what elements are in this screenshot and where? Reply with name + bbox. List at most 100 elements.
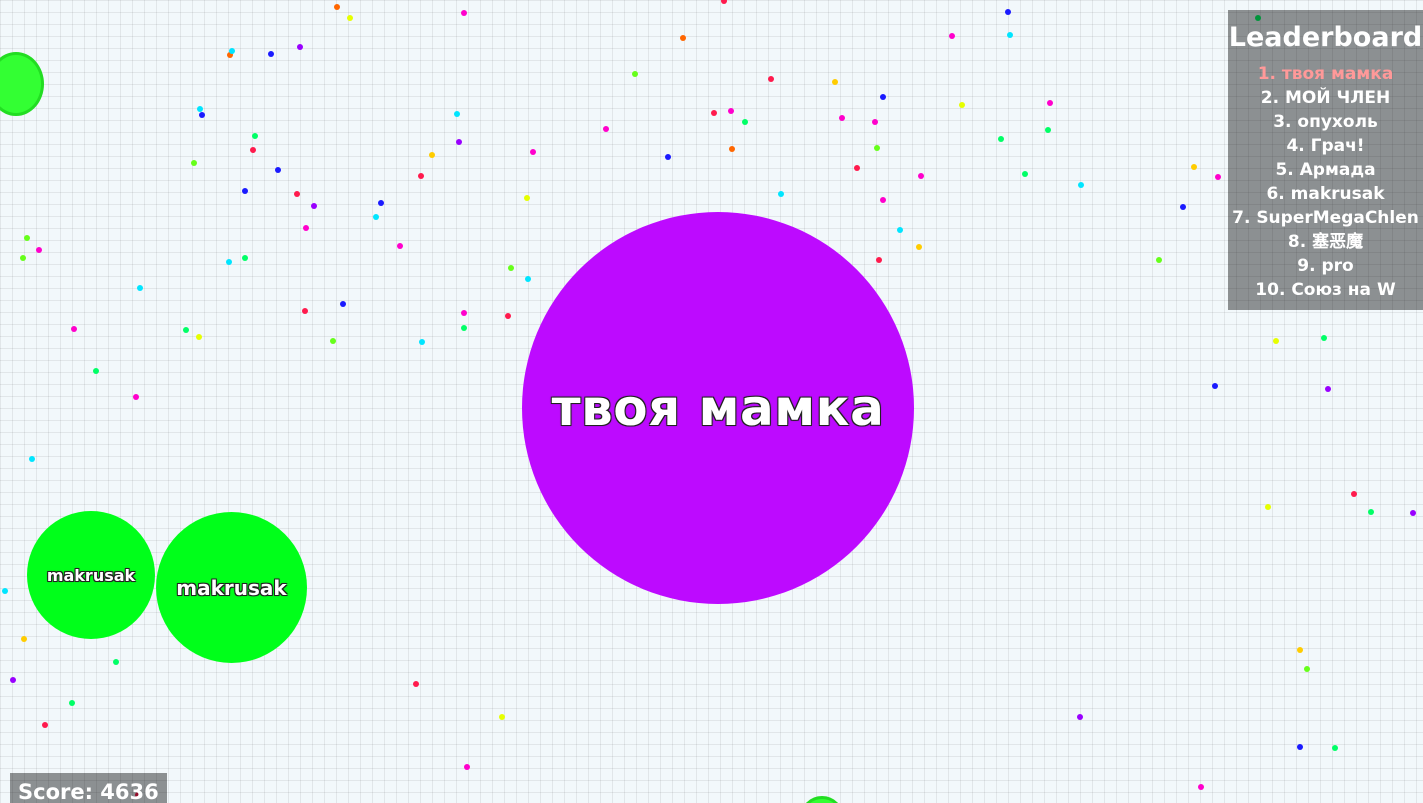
leaderboard-title: Leaderboard <box>1228 22 1423 53</box>
player-cell-name: твоя мамка <box>551 379 885 437</box>
food-pellet <box>959 102 965 108</box>
food-pellet <box>268 51 274 57</box>
food-pellet <box>880 197 886 203</box>
food-pellet <box>294 191 300 197</box>
food-pellet <box>1304 666 1310 672</box>
food-pellet <box>680 35 686 41</box>
food-pellet <box>832 79 838 85</box>
game-canvas[interactable]: твоя мамка makrusak makrusak Leaderboard… <box>0 0 1423 803</box>
leaderboard-entry: 3. опухоль <box>1273 112 1378 132</box>
food-pellet <box>1077 714 1083 720</box>
food-pellet <box>199 112 205 118</box>
food-pellet <box>113 659 119 665</box>
food-pellet <box>524 195 530 201</box>
food-pellet <box>721 0 727 4</box>
food-pellet <box>880 94 886 100</box>
food-pellet <box>418 173 424 179</box>
leaderboard-entry: 6. makrusak <box>1266 184 1385 204</box>
food-pellet <box>872 119 878 125</box>
food-pellet <box>1351 491 1357 497</box>
food-pellet <box>742 119 748 125</box>
food-pellet <box>242 255 248 261</box>
food-pellet <box>330 338 336 344</box>
food-pellet <box>137 285 143 291</box>
food-pellet <box>29 456 35 462</box>
food-pellet <box>311 203 317 209</box>
food-pellet <box>464 764 470 770</box>
food-pellet <box>1045 127 1051 133</box>
food-pellet <box>24 235 30 241</box>
food-pellet <box>1156 257 1162 263</box>
leaderboard-entry: 7. SuperMegaChlen <box>1232 208 1419 228</box>
food-pellet <box>499 714 505 720</box>
food-pellet <box>226 259 232 265</box>
food-pellet <box>373 214 379 220</box>
food-pellet <box>1047 100 1053 106</box>
food-pellet <box>505 313 511 319</box>
food-pellet <box>508 265 514 271</box>
player-cell: твоя мамка <box>522 212 914 604</box>
food-pellet <box>1410 510 1416 516</box>
food-pellet <box>461 325 467 331</box>
food-pellet <box>1212 383 1218 389</box>
food-pellet <box>916 244 922 250</box>
food-pellet <box>1078 182 1084 188</box>
enemy-cell-makrusak-large: makrusak <box>156 512 307 663</box>
leaderboard-entry: 5. Армада <box>1275 160 1376 180</box>
food-pellet <box>839 115 845 121</box>
food-pellet <box>42 722 48 728</box>
food-pellet <box>36 247 42 253</box>
food-pellet <box>93 368 99 374</box>
food-pellet <box>413 681 419 687</box>
food-pellet <box>1297 744 1303 750</box>
food-pellet <box>196 334 202 340</box>
food-pellet <box>250 147 256 153</box>
food-pellet <box>71 326 77 332</box>
food-pellet <box>1368 509 1374 515</box>
food-pellet <box>632 71 638 77</box>
food-pellet <box>347 15 353 21</box>
food-pellet <box>69 700 75 706</box>
food-pellet <box>1297 647 1303 653</box>
enemy-cell-name: makrusak <box>46 565 136 585</box>
food-pellet <box>229 48 235 54</box>
food-pellet <box>1215 174 1221 180</box>
food-pellet <box>1007 32 1013 38</box>
food-pellet <box>133 394 139 400</box>
leaderboard-entry: 10. Союз на W <box>1255 280 1396 300</box>
food-pellet <box>530 149 536 155</box>
food-pellet <box>1325 386 1331 392</box>
food-pellet <box>1191 164 1197 170</box>
food-pellet <box>918 173 924 179</box>
leaderboard-entry: 1. твоя мамка <box>1257 64 1394 84</box>
virus-top-left <box>0 52 44 116</box>
food-pellet <box>874 145 880 151</box>
food-pellet <box>876 257 882 263</box>
leaderboard-entry: 9. pro <box>1297 256 1354 276</box>
enemy-cell-name: makrusak <box>176 575 287 600</box>
food-pellet <box>340 301 346 307</box>
leaderboard-entry: 8. 塞恶魔 <box>1287 232 1364 252</box>
food-pellet <box>897 227 903 233</box>
food-pellet <box>2 588 8 594</box>
leaderboard-panel: Leaderboard 1. твоя мамка 2. МОЙ ЧЛЕН 3.… <box>1228 10 1423 310</box>
leaderboard-entry: 4. Грач! <box>1286 136 1365 156</box>
food-pellet <box>768 76 774 82</box>
leaderboard-list: 1. твоя мамка 2. МОЙ ЧЛЕН 3. опухоль 4. … <box>1228 62 1423 302</box>
food-pellet <box>854 165 860 171</box>
food-pellet <box>1265 504 1271 510</box>
food-pellet <box>1005 9 1011 15</box>
food-pellet <box>728 108 734 114</box>
food-pellet <box>191 160 197 166</box>
food-pellet <box>297 44 303 50</box>
food-pellet <box>525 276 531 282</box>
food-pellet <box>729 146 735 152</box>
food-pellet <box>1198 784 1204 790</box>
food-pellet <box>10 677 16 683</box>
virus-bottom <box>800 796 844 803</box>
food-pellet <box>456 139 462 145</box>
food-pellet <box>397 243 403 249</box>
food-pellet <box>1321 335 1327 341</box>
food-pellet <box>998 136 1004 142</box>
food-pellet <box>183 327 189 333</box>
